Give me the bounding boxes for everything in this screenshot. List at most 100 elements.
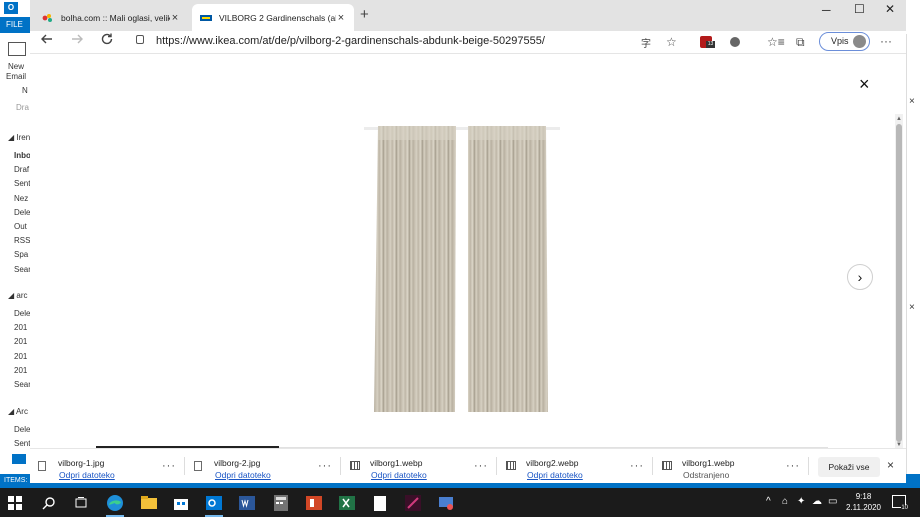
address-toolbar: https://www.ikea.com/at/de/p/vilborg-2-g… [30,31,906,54]
taskbar-store[interactable] [170,492,192,514]
mailbox-section-2[interactable]: ◢ arc [8,291,28,300]
url-field[interactable]: https://www.ikea.com/at/de/p/vilborg-2-g… [156,35,545,47]
download-more-icon[interactable]: ··· [318,460,332,472]
close-icon[interactable]: × [909,96,915,107]
taskbar-calculator[interactable] [270,492,292,514]
maximize-button[interactable]: ☐ [854,2,865,16]
window-close-button[interactable]: ✕ [885,2,895,16]
download-item[interactable]: vilborg-2.jpg Odpri datoteko ··· [186,449,342,483]
folder-item[interactable]: Dele [14,208,30,217]
taskbar-outlook[interactable] [203,492,225,517]
show-all-button[interactable]: Pokaži vse [818,457,880,477]
taskbar-powerpoint[interactable] [303,492,325,514]
open-file-link[interactable]: Odpri datoteko [371,470,427,480]
download-item[interactable]: vilborg1.webp Odpri datoteko ··· [342,449,498,483]
folder-item[interactable]: Sent [14,439,30,448]
more-menu-icon[interactable]: ··· [880,34,892,48]
folder-item[interactable]: Dele [14,309,30,318]
download-more-icon[interactable]: ··· [786,460,800,472]
folder-item[interactable]: Dele [14,425,30,434]
extension-circle-icon[interactable] [730,37,740,47]
download-separator [340,457,341,475]
download-more-icon[interactable]: ··· [630,460,644,472]
download-separator [808,457,809,475]
folder-item[interactable]: 201 [14,352,27,361]
mailbox-section-1[interactable]: ◢ Iren [8,133,30,142]
scroll-up-icon[interactable]: ▲ [896,116,902,122]
refresh-button[interactable] [100,32,114,49]
download-more-icon[interactable]: ··· [474,460,488,472]
clock[interactable]: 9:18 2.11.2020 [846,491,881,513]
mailbox-section-3[interactable]: ◢ Arc [8,407,28,416]
tray-dropbox-icon[interactable]: ✦ [797,496,805,507]
back-arrow-icon [41,34,52,44]
folder-item[interactable]: 201 [14,323,27,332]
outlook-file-tab[interactable]: FILE [0,17,30,33]
tray-keyboard-icon[interactable]: ▭ [828,496,837,507]
taskbar-edge[interactable] [104,492,126,517]
download-item[interactable]: vilborg1.webp Odstranjeno ··· [654,449,810,483]
product-image-viewer: × › ▲ ▼ [30,54,906,452]
folder-item[interactable]: 201 [14,366,27,375]
new-email-icon[interactable] [8,42,26,56]
tray-onedrive-icon[interactable]: ☁ [812,496,822,507]
favorite-star-icon[interactable]: ☆ [666,35,677,49]
download-more-icon[interactable]: ··· [162,460,176,472]
open-file-link[interactable]: Odpri datoteko [215,470,271,480]
downloads-bar: vilborg-1.jpg Odpri datoteko ··· vilborg-2.… [30,448,906,483]
folder-item[interactable]: Out [14,222,27,231]
profile-button[interactable]: Vpis [819,32,870,51]
download-item[interactable]: vilborg2.webp Odpri datoteko ··· [498,449,654,483]
tab-ikea[interactable]: VILBORG 2 Gardinenschals (abd × [192,4,354,31]
windows-logo-icon [8,496,22,510]
close-viewer-icon[interactable]: × [859,74,870,95]
task-view-button[interactable] [70,492,92,514]
bolha-favicon-icon [42,13,52,22]
favorites-list-icon[interactable]: ☆≡ [767,35,785,49]
new-tab-button[interactable]: + [360,6,369,23]
close-icon[interactable]: × [909,302,915,313]
notification-count: 10 [901,505,908,511]
forward-button[interactable] [70,32,84,49]
tab-title: bolha.com :: Mali oglasi, velike p [61,12,170,23]
taskbar-explorer[interactable] [138,492,160,514]
start-button[interactable] [4,492,26,514]
collections-icon[interactable]: ⧉ [796,35,805,50]
back-button[interactable] [40,32,54,49]
open-file-link[interactable]: Odpri datoteko [527,470,583,480]
folder-item[interactable]: Sear [14,380,30,389]
read-aloud-icon[interactable]: 字 [641,35,651,50]
next-image-button[interactable]: › [847,264,873,290]
tray-chevron-icon[interactable]: ^ [766,496,771,507]
open-file-link[interactable]: Odpri datoteko [59,470,115,480]
scrollbar-thumb[interactable] [896,124,902,442]
search-button[interactable] [38,492,60,514]
powerpoint-icon [306,496,322,510]
folder-item[interactable]: Nez [14,194,28,203]
tab-bolha[interactable]: bolha.com :: Mali oglasi, velike p × [34,4,188,31]
tab-close-icon[interactable]: × [170,12,180,24]
folder-item[interactable]: Spa [14,250,28,259]
lock-icon[interactable] [136,35,144,44]
folder-item[interactable]: Sent [14,179,30,188]
taskbar-excel[interactable] [336,492,358,514]
taskbar-word[interactable] [236,492,258,514]
folder-item[interactable]: Draf [14,165,29,174]
download-item[interactable]: vilborg-1.jpg Odpri datoteko ··· [30,449,186,483]
mail-icon[interactable] [12,454,26,464]
new-email-label[interactable]: New [8,62,24,71]
folder-item[interactable]: 201 [14,337,27,346]
close-downloads-icon[interactable]: × [887,458,894,472]
folder-item[interactable]: Sear [14,265,30,274]
folder-item[interactable]: Inbo [14,151,30,160]
taskbar-app-monitor[interactable] [435,492,457,514]
tray-network-icon[interactable]: ⌂ [782,496,788,507]
tab-close-icon[interactable]: × [336,12,346,24]
folder-item[interactable]: RSS [14,236,30,245]
taskbar-app-dark[interactable] [402,492,424,514]
notifications-button[interactable]: 10 [892,495,908,511]
taskbar-notepad[interactable] [369,492,391,514]
forward-arrow-icon [72,34,83,44]
minimize-button[interactable]: ─ [822,3,831,17]
new-email-label-2[interactable]: Email [6,72,26,81]
